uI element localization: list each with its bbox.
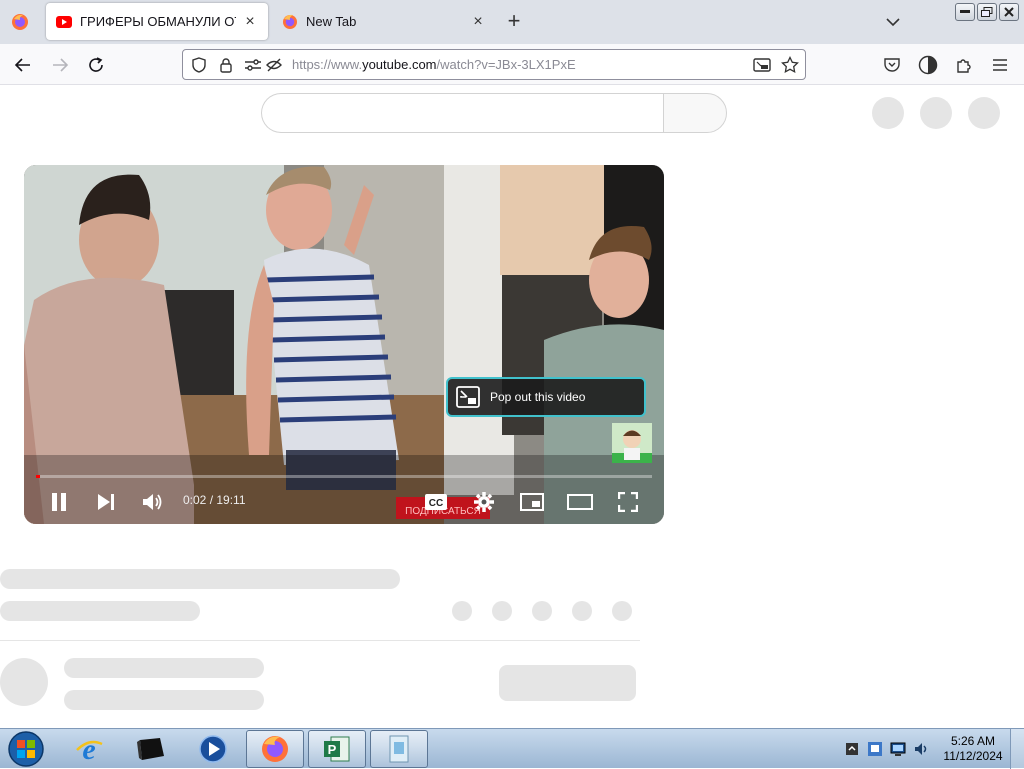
show-desktop-button[interactable] [1010,729,1024,769]
system-tray [840,729,940,769]
close-window-icon[interactable] [999,3,1019,21]
header-icon-placeholder[interactable] [920,97,952,129]
extensions-puzzle-icon[interactable] [952,53,976,77]
avatar-placeholder[interactable] [968,97,1000,129]
url-text[interactable]: https://www.youtube.com/watch?v=JBx-3LX1… [292,57,576,72]
channel-name-skeleton [64,658,264,678]
minimize-icon[interactable] [955,3,975,21]
title-skeleton [0,569,400,589]
network-icon[interactable] [888,739,908,759]
permissions-icon[interactable] [244,56,262,74]
address-bar[interactable]: https://www.youtube.com/watch?v=JBx-3LX1… [182,49,806,80]
firefox-taskbar-icon[interactable] [246,730,304,768]
close-tab-icon[interactable]: × [470,13,486,30]
action-skeleton [532,601,552,621]
subscribe-button-skeleton [499,665,636,701]
firefox-account-icon[interactable] [916,53,940,77]
list-all-tabs-chevron-icon[interactable] [883,12,903,32]
channel-subs-skeleton [64,690,264,710]
clock[interactable]: 5:26 AM 11/12/2024 [940,734,1006,764]
action-center-flag-icon[interactable] [865,739,885,759]
popout-video-tooltip[interactable]: Pop out this video [446,377,646,417]
clock-date: 11/12/2024 [943,749,1003,763]
tab-title: New Tab [306,14,357,29]
progress-played [36,475,40,478]
file-manager-icon[interactable] [370,730,428,768]
tracking-protection-shield-icon[interactable] [190,56,208,74]
search-input-placeholder[interactable] [261,93,664,133]
youtube-page: Pop out this video 0:02 / 19:11 ПОДПИСАТ… [0,85,1024,728]
lock-icon[interactable] [217,56,235,74]
tab-new-tab[interactable]: New Tab × [272,3,496,40]
pocket-icon[interactable] [880,53,904,77]
search-button-placeholder[interactable] [663,93,727,133]
windows-taskbar: e P 5:26 AM 11/12/2024 [0,728,1024,769]
pause-icon[interactable] [44,487,74,517]
volume-icon[interactable] [138,487,168,517]
tab-strip: ГРИФЕРЫ ОБМАНУЛИ ОТЦА И × New Tab × + [0,0,1024,44]
publisher-icon[interactable]: P [308,730,366,768]
internet-explorer-icon[interactable]: e [60,730,118,768]
close-tab-icon[interactable]: × [242,13,258,30]
start-button[interactable] [5,730,47,768]
firefox-icon [283,14,297,29]
tab-youtube-video[interactable]: ГРИФЕРЫ ОБМАНУЛИ ОТЦА И × [46,3,268,40]
action-skeleton [572,601,592,621]
theater-mode-icon[interactable] [565,487,595,517]
picture-in-picture-icon[interactable] [753,56,771,74]
settings-gear-icon[interactable] [469,487,499,517]
video-player[interactable]: Pop out this video 0:02 / 19:11 ПОДПИСАТ… [24,165,664,524]
channel-avatar-skeleton [0,658,48,706]
time-display: 0:02 / 19:11 [183,493,246,507]
progress-bar[interactable] [36,475,652,478]
media-player-icon[interactable] [184,730,242,768]
svg-text:P: P [328,742,337,757]
action-skeleton [612,601,632,621]
next-icon[interactable] [91,487,121,517]
restore-icon[interactable] [977,3,997,21]
tab-title: ГРИФЕРЫ ОБМАНУЛИ ОТЦА И [80,14,236,29]
video-frame-image [24,165,664,524]
subtitles-icon[interactable]: CC [421,487,451,517]
terminal-icon[interactable] [122,730,180,768]
divider [0,640,640,641]
windows-logo-icon [8,731,44,767]
window-controls [955,3,1019,21]
new-tab-plus-icon[interactable]: + [503,10,525,33]
player-controls: 0:02 / 19:11 ПОДПИСАТЬСЯ CC [24,481,664,523]
autoplay-blocked-icon[interactable] [265,56,283,74]
clock-time: 5:26 AM [950,734,996,748]
action-skeleton [452,601,472,621]
navigation-toolbar: https://www.youtube.com/watch?v=JBx-3LX1… [0,44,1024,85]
fullscreen-icon[interactable] [613,487,643,517]
channel-watermark-avatar[interactable] [612,423,652,463]
hamburger-menu-icon[interactable] [988,53,1012,77]
picture-in-picture-icon [456,386,480,408]
forward-arrow-icon[interactable] [48,53,72,77]
youtube-icon [56,15,72,28]
volume-tray-icon[interactable] [912,739,932,759]
reload-icon[interactable] [84,53,108,77]
popout-label: Pop out this video [490,390,586,404]
action-skeleton [492,601,512,621]
subtitle-skeleton [0,601,200,621]
back-arrow-icon[interactable] [11,53,35,77]
miniplayer-icon[interactable] [517,487,547,517]
svg-text:e: e [82,734,95,764]
bookmark-star-icon[interactable] [781,56,799,74]
firefox-view-button[interactable] [8,10,32,34]
svg-text:CC: CC [429,498,443,509]
header-icon-placeholder[interactable] [872,97,904,129]
firefox-icon [12,14,28,30]
show-hidden-icons-icon[interactable] [842,739,862,759]
